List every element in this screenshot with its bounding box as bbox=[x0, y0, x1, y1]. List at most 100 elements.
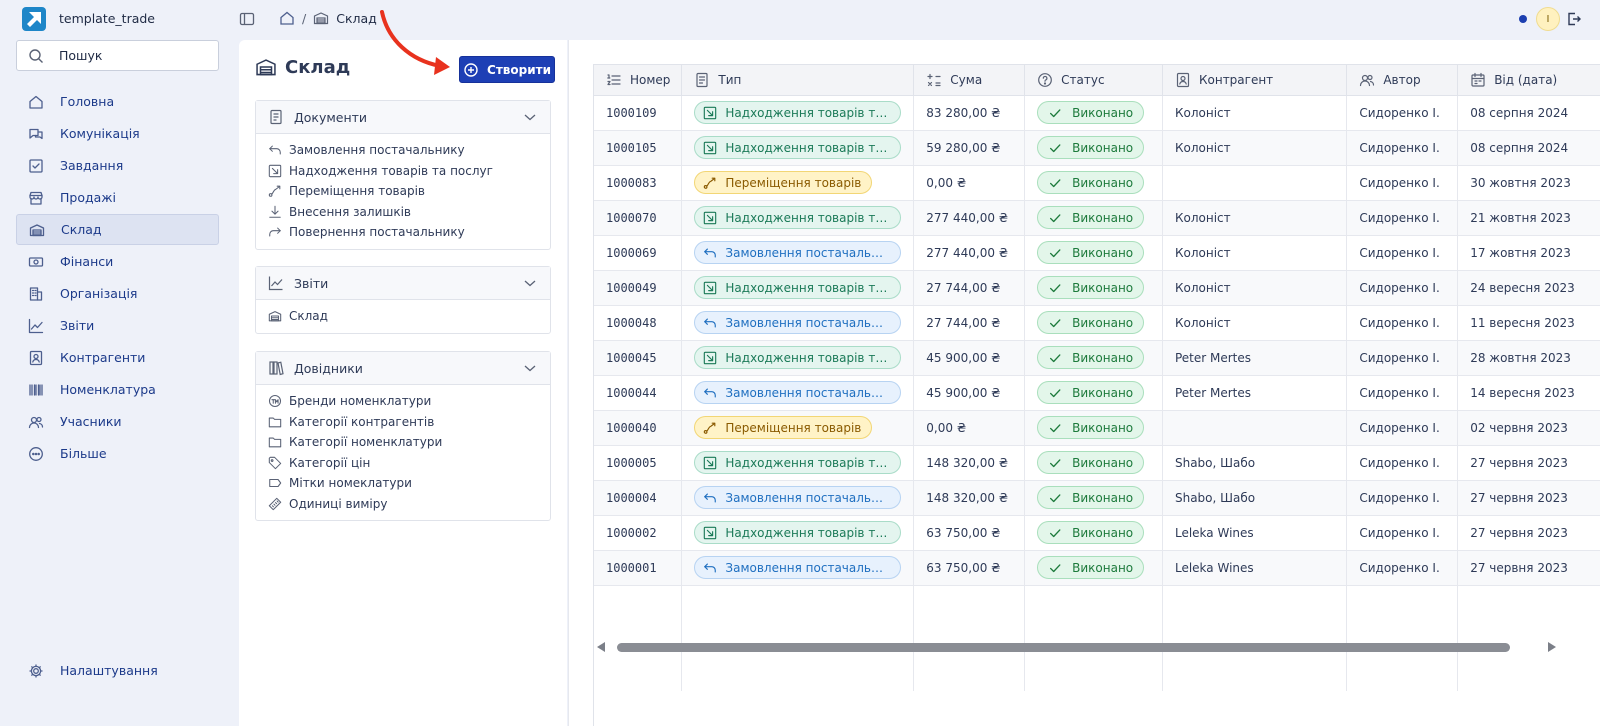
references-link[interactable]: Категорії номенклатури bbox=[268, 432, 538, 453]
sidebar-item-3[interactable]: Продажі bbox=[16, 182, 219, 213]
check-icon bbox=[1048, 456, 1062, 470]
references-card-header[interactable]: Довідники bbox=[256, 352, 550, 385]
more-icon bbox=[28, 446, 44, 462]
sidebar-item-4[interactable]: Склад bbox=[16, 214, 219, 245]
documents-link[interactable]: Переміщення товарів bbox=[268, 181, 538, 202]
sidebar-item-9[interactable]: Номенклатура bbox=[16, 374, 219, 405]
cell-date: 28 жовтня 2023 bbox=[1457, 340, 1600, 376]
column-header[interactable]: Від (дата) bbox=[1457, 65, 1600, 96]
table-row[interactable]: 1000040 Переміщення товарів 0,00 ₴ Виконано… bbox=[594, 410, 1600, 446]
table-row[interactable]: 1000069 Замовлення постачальнику 277 440,0… bbox=[594, 235, 1600, 271]
sidebar-item-10[interactable]: Учасники bbox=[16, 406, 219, 437]
table-row[interactable]: 1000049 Надходження товарів та по… 27 744,… bbox=[594, 270, 1600, 306]
sidebar-item-8[interactable]: Контрагенти bbox=[16, 342, 219, 373]
documents-card-header[interactable]: Документи bbox=[256, 101, 550, 134]
table-row[interactable]: 1000005 Надходження товарів та по… 148 320… bbox=[594, 445, 1600, 481]
reports-link[interactable]: Склад bbox=[268, 306, 538, 327]
references-link[interactable]: Категорії цін bbox=[268, 453, 538, 474]
table-row[interactable]: 1000045 Надходження товарів та по… 45 900,… bbox=[594, 340, 1600, 376]
column-header[interactable]: Статус bbox=[1024, 65, 1163, 96]
documents-link[interactable]: Замовлення постачальнику bbox=[268, 140, 538, 161]
column-header[interactable]: Контрагент bbox=[1162, 65, 1348, 96]
table-row[interactable]: 1000004 Замовлення постачальнику 148 320,0… bbox=[594, 480, 1600, 516]
sidebar-item-6[interactable]: Організація bbox=[16, 278, 219, 309]
home-icon[interactable] bbox=[279, 10, 295, 26]
table-row[interactable]: 1000044 Замовлення постачальнику 45 900,00… bbox=[594, 375, 1600, 411]
cell-type: Замовлення постачальнику bbox=[681, 305, 915, 341]
cell-counterparty: Leleka Wines bbox=[1162, 515, 1348, 551]
table-row[interactable]: 1000105 Надходження товарів та по… 59 280,… bbox=[594, 130, 1600, 166]
gear-icon bbox=[28, 663, 44, 679]
cell-type: Надходження товарів та по… bbox=[681, 200, 915, 236]
cell-counterparty bbox=[1162, 410, 1348, 446]
horizontal-scrollbar[interactable] bbox=[593, 638, 1563, 656]
redo-arrow-icon bbox=[268, 225, 282, 239]
cell-date: 27 червня 2023 bbox=[1457, 515, 1600, 551]
check-icon bbox=[1048, 561, 1062, 575]
references-link[interactable]: Мітки номеклатури bbox=[268, 473, 538, 494]
cell-author: Сидоренко І. bbox=[1346, 515, 1459, 551]
route-icon bbox=[703, 176, 717, 190]
table-row[interactable]: 1000002 Надходження товарів та по… 63 750,… bbox=[594, 515, 1600, 551]
documents-link[interactable]: Надходження товарів та послуг bbox=[268, 161, 538, 182]
documents-link[interactable]: Повернення постачальнику bbox=[268, 222, 538, 243]
chevron-down-icon[interactable] bbox=[522, 109, 538, 125]
notification-dot[interactable] bbox=[1519, 15, 1527, 23]
column-header[interactable]: Сума bbox=[913, 65, 1026, 96]
contact-card-icon bbox=[1175, 72, 1191, 88]
status-badge: Виконано bbox=[1037, 486, 1145, 509]
chevron-down-icon[interactable] bbox=[522, 275, 538, 291]
sidebar-item-1[interactable]: Комунікація bbox=[16, 118, 219, 149]
breadcrumb: / Склад bbox=[279, 10, 377, 26]
table-row[interactable]: 1000048 Замовлення постачальнику 27 744,00… bbox=[594, 305, 1600, 341]
status-badge-label: Виконано bbox=[1072, 525, 1134, 540]
references-link[interactable]: Одиниці виміру bbox=[268, 494, 538, 515]
sidebar-item-settings[interactable]: Налаштування bbox=[16, 655, 219, 686]
column-header[interactable]: Автор bbox=[1346, 65, 1459, 96]
logout-icon[interactable] bbox=[1566, 11, 1582, 27]
table-header-row: Номер Тип Сума Статус Контрагент Автор Від (да… bbox=[594, 65, 1600, 96]
references-list: Бренди номенклатури Категорії контрагенті… bbox=[256, 385, 550, 520]
table-row[interactable]: 1000001 Замовлення постачальнику 63 750,00… bbox=[594, 550, 1600, 586]
sidebar-item-11[interactable]: Більше bbox=[16, 438, 219, 469]
create-button[interactable]: Створити bbox=[459, 56, 555, 83]
sidebar-item-label: Налаштування bbox=[60, 663, 158, 678]
user-avatar[interactable]: I bbox=[1536, 7, 1560, 31]
sidebar-item-7[interactable]: Звіти bbox=[16, 310, 219, 341]
folder-icon bbox=[268, 435, 282, 449]
breadcrumb-separator: / bbox=[302, 10, 307, 26]
cell-counterparty: Колоніст bbox=[1162, 235, 1348, 271]
check-icon bbox=[1048, 351, 1062, 365]
table-row[interactable]: 1000083 Переміщення товарів 0,00 ₴ Виконано… bbox=[594, 165, 1600, 201]
column-header[interactable]: Тип bbox=[681, 65, 915, 96]
references-link[interactable]: Бренди номенклатури bbox=[268, 391, 538, 412]
app-logo[interactable] bbox=[22, 7, 46, 31]
table-row[interactable]: 1000109 Надходження товарів та по… 83 280,… bbox=[594, 95, 1600, 131]
column-header[interactable]: Номер bbox=[594, 65, 683, 96]
sidebar-item-2[interactable]: Завдання bbox=[16, 150, 219, 181]
cell-number: 1000002 bbox=[594, 515, 683, 551]
price-tag-icon bbox=[268, 456, 282, 470]
documents-link[interactable]: Внесення залишків bbox=[268, 202, 538, 223]
sidebar-toggle-icon[interactable] bbox=[239, 11, 255, 27]
sidebar-item-label: Продажі bbox=[60, 190, 117, 205]
reports-card-header[interactable]: Звіти bbox=[256, 267, 550, 300]
table-row[interactable]: 1000070 Надходження товарів та по… 277 440… bbox=[594, 200, 1600, 236]
sidebar-item-0[interactable]: Головна bbox=[16, 86, 219, 117]
scrollbar-thumb[interactable] bbox=[617, 643, 1510, 652]
document-icon bbox=[694, 72, 710, 88]
cell-author: Сидоренко І. bbox=[1346, 235, 1459, 271]
status-badge: Виконано bbox=[1037, 276, 1145, 299]
sidebar-item-5[interactable]: Фінанси bbox=[16, 246, 219, 277]
cell-number: 1000109 bbox=[594, 95, 683, 131]
search-input[interactable] bbox=[59, 48, 199, 63]
type-badge: Замовлення постачальнику bbox=[694, 241, 902, 264]
scroll-left-arrow-icon[interactable] bbox=[597, 642, 605, 652]
inbound-arrow-icon bbox=[703, 211, 717, 225]
chevron-down-icon[interactable] bbox=[522, 360, 538, 376]
search-box[interactable] bbox=[16, 40, 219, 71]
scroll-right-arrow-icon[interactable] bbox=[1548, 642, 1556, 652]
type-badge: Надходження товарів та по… bbox=[694, 521, 902, 544]
references-link[interactable]: Категорії контрагентів bbox=[268, 412, 538, 433]
inbound-arrow-icon bbox=[703, 281, 717, 295]
